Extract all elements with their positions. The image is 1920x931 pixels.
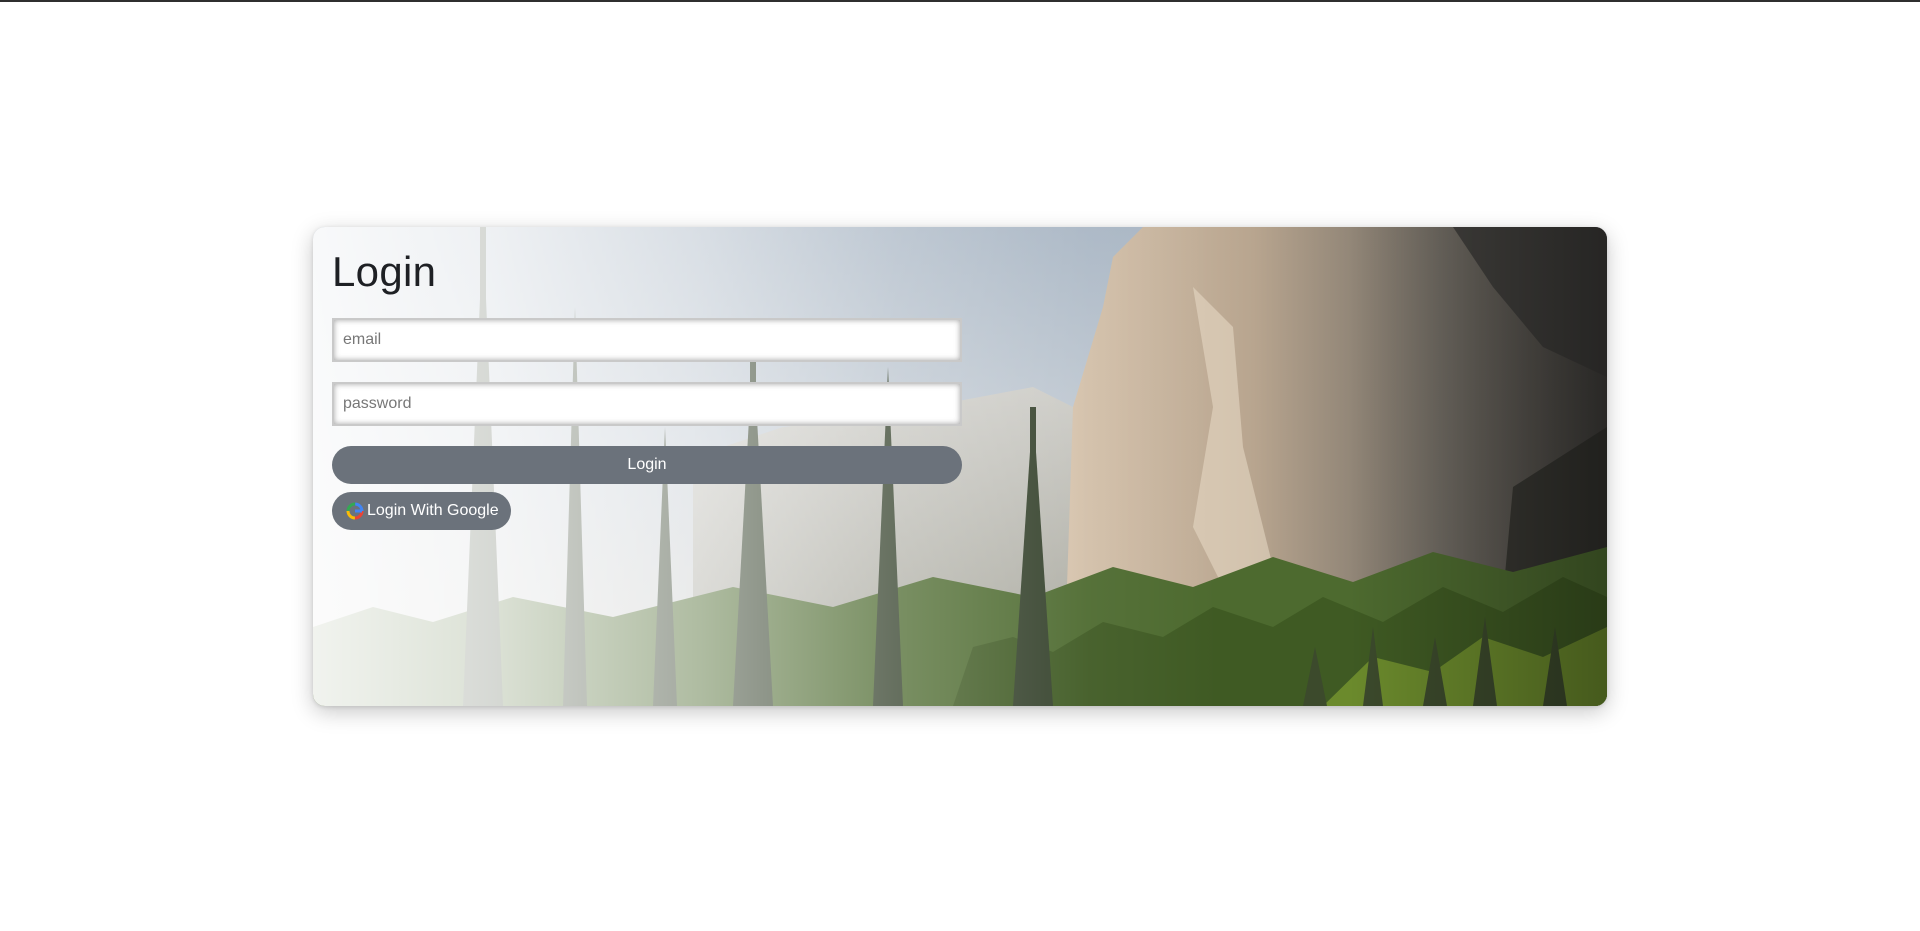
- email-input[interactable]: [332, 318, 962, 362]
- top-border: [0, 0, 1920, 2]
- login-with-google-button[interactable]: Login With Google: [332, 492, 511, 530]
- login-form: Login Login Login With Google: [332, 247, 962, 530]
- login-button[interactable]: Login: [332, 446, 962, 484]
- page-title: Login: [332, 248, 437, 295]
- password-input[interactable]: [332, 382, 962, 426]
- login-card: Login Login Login With Google: [313, 227, 1607, 706]
- google-icon: [346, 502, 364, 520]
- login-with-google-label: Login With Google: [367, 502, 499, 519]
